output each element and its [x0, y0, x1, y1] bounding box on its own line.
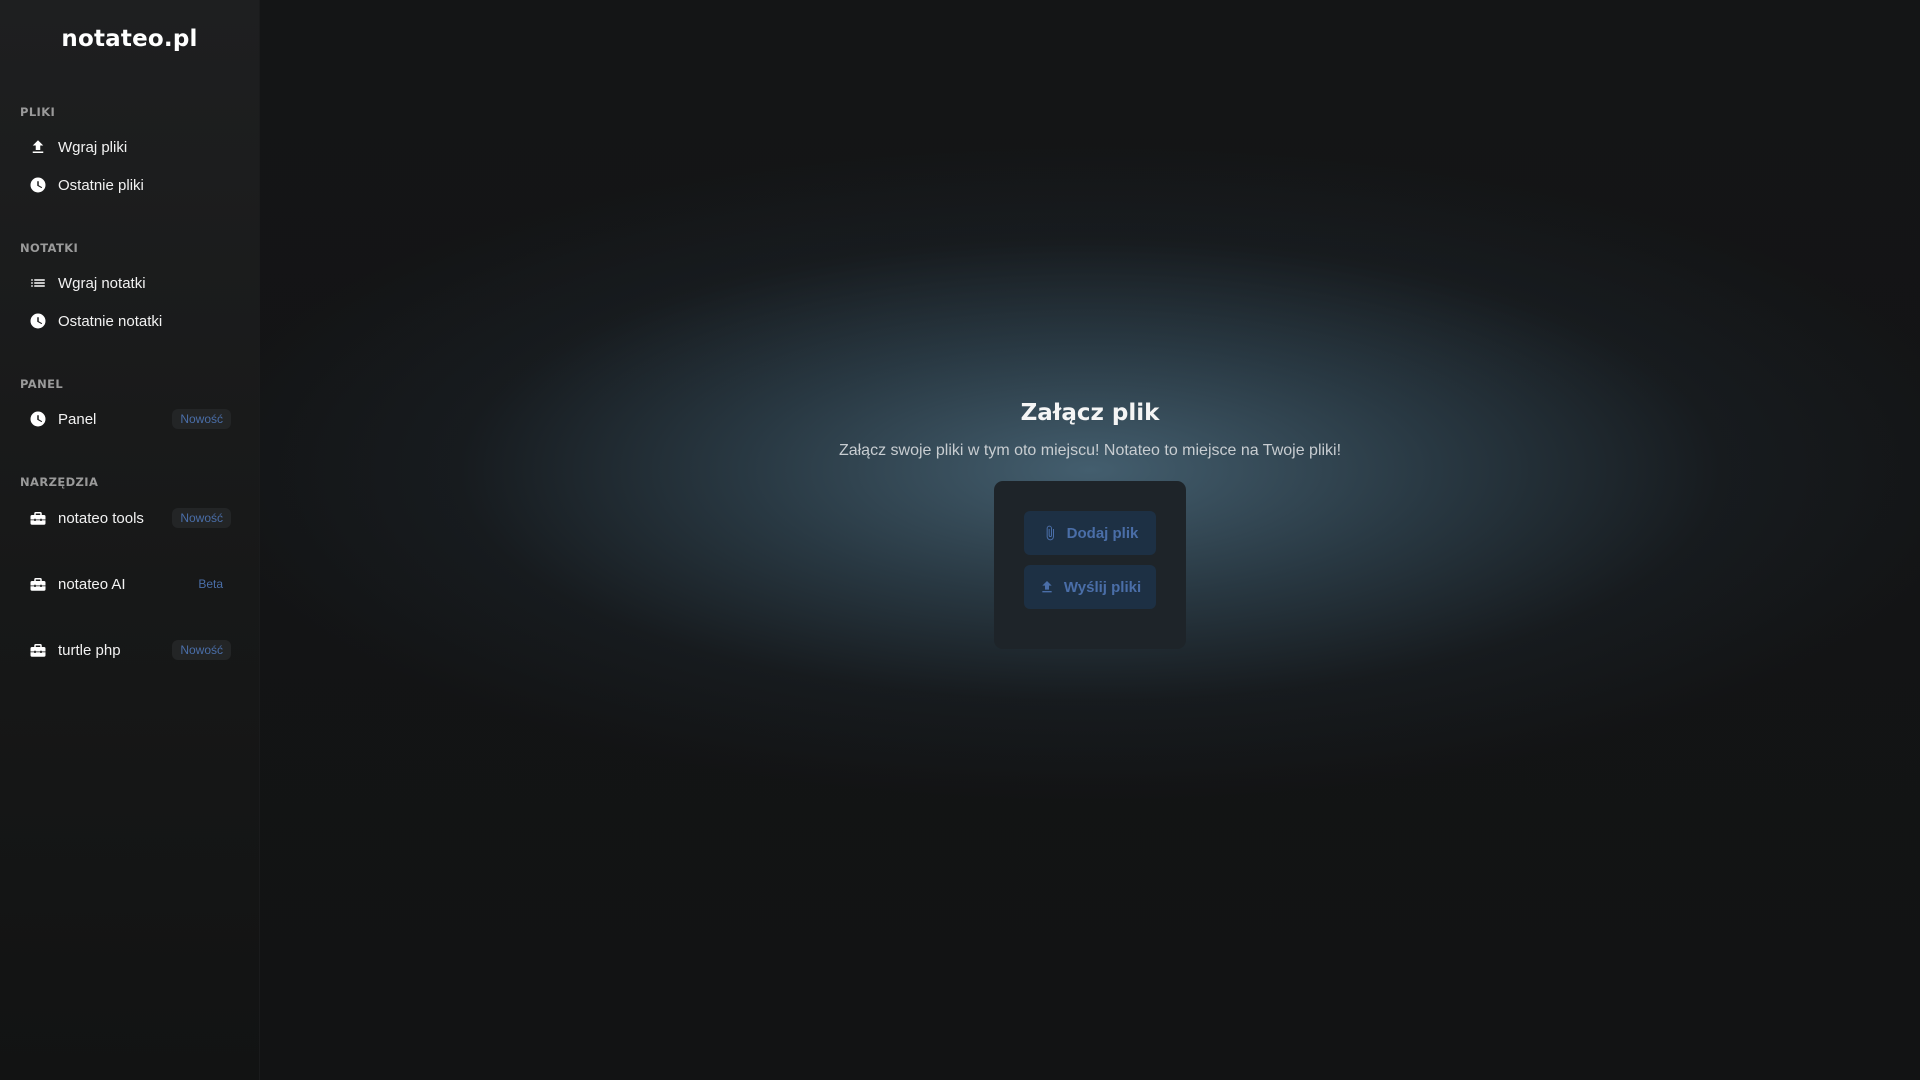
beta-badge: Beta: [198, 577, 223, 591]
page-subtitle: Załącz swoje pliki w tym oto miejscu! No…: [838, 442, 1342, 459]
page-title: Załącz plik: [1020, 400, 1160, 426]
sidebar-item-panel[interactable]: Panel Nowość: [0, 400, 259, 438]
sidebar-item-label: Panel: [58, 410, 97, 428]
upload-icon: [29, 138, 47, 156]
toolbox-icon: [29, 575, 47, 593]
new-badge: Nowość: [172, 508, 231, 528]
section-label-panel: PANEL: [20, 377, 64, 391]
sidebar-item-label: Ostatnie pliki: [58, 176, 144, 194]
sidebar-item-ostatnie-pliki[interactable]: Ostatnie pliki: [0, 166, 259, 204]
upload-panel: Załącz plik Załącz swoje pliki w tym oto…: [260, 400, 1920, 649]
send-files-button[interactable]: Wyślij pliki: [1024, 565, 1156, 609]
add-file-button[interactable]: Dodaj plik: [1024, 511, 1156, 555]
section-label-narzedzia: NARZĘDZIA: [20, 475, 99, 489]
clock-icon: [29, 410, 47, 428]
toolbox-icon: [29, 509, 47, 527]
brand-logo[interactable]: notateo.pl: [0, 0, 259, 78]
sidebar-item-label: Wgraj pliki: [58, 138, 128, 156]
upload-card: Dodaj plik Wyślij pliki: [994, 481, 1186, 649]
main-content: Załącz plik Załącz swoje pliki w tym oto…: [260, 0, 1920, 1080]
sidebar-item-wgraj-pliki[interactable]: Wgraj pliki: [0, 128, 259, 166]
new-badge: Nowość: [172, 409, 231, 429]
upload-icon: [1039, 579, 1055, 595]
clock-icon: [29, 312, 47, 330]
sidebar-item-turtle-php[interactable]: turtle php Nowość: [0, 631, 259, 669]
sidebar: notateo.pl PLIKI Wgraj pliki Ostatnie pl…: [0, 0, 260, 1080]
toolbox-icon: [29, 641, 47, 659]
section-label-pliki: PLIKI: [20, 105, 56, 119]
add-file-label: Dodaj plik: [1066, 524, 1139, 542]
list-icon: [29, 274, 47, 292]
new-badge: Nowość: [172, 640, 231, 660]
paperclip-icon: [1042, 525, 1058, 541]
sidebar-item-ostatnie-notatki[interactable]: Ostatnie notatki: [0, 302, 259, 340]
sidebar-item-label: Ostatnie notatki: [58, 312, 163, 330]
sidebar-item-wgraj-notatki[interactable]: Wgraj notatki: [0, 264, 259, 302]
sidebar-item-label: notateo tools: [58, 509, 144, 527]
sidebar-item-notateo-ai[interactable]: notateo AI Beta: [0, 565, 259, 603]
sidebar-item-label: turtle php: [58, 641, 121, 659]
send-files-label: Wyślij pliki: [1063, 578, 1142, 596]
sidebar-item-label: notateo AI: [58, 575, 126, 593]
clock-icon: [29, 176, 47, 194]
sidebar-item-notateo-tools[interactable]: notateo tools Nowość: [0, 499, 259, 537]
sidebar-item-label: Wgraj notatki: [58, 274, 146, 292]
section-label-notatki: NOTATKI: [20, 241, 79, 255]
